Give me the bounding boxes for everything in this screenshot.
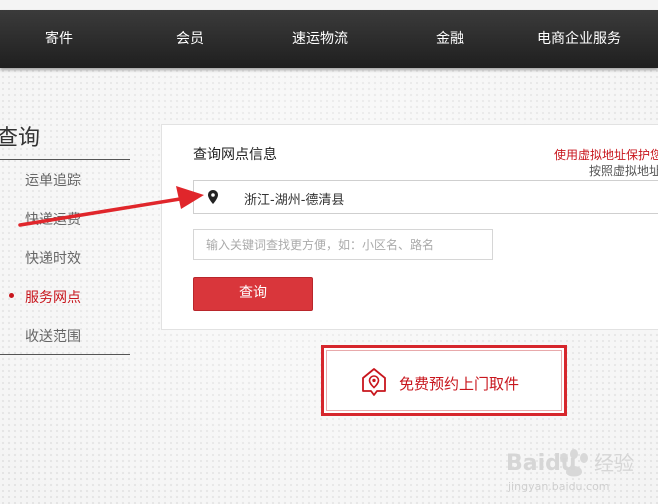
panel-title: 查询网点信息 bbox=[193, 147, 277, 163]
sidebar-item-coverage[interactable]: 收送范围 bbox=[25, 326, 81, 346]
map-pin-icon bbox=[208, 190, 218, 204]
sidebar-title: 查询 bbox=[0, 126, 41, 151]
location-value: 浙江-湖州-德清县 bbox=[244, 193, 345, 208]
privacy-link[interactable]: 使用虚拟地址保护您 bbox=[554, 146, 658, 163]
watermark-suffix: 经验 bbox=[594, 451, 634, 475]
nav-item-finance[interactable]: 金融 bbox=[436, 10, 464, 68]
sidebar-item-delivery-time[interactable]: 快递时效 bbox=[25, 248, 81, 268]
nav-item-send[interactable]: 寄件 bbox=[45, 10, 73, 68]
pickup-label: 免费预约上门取件 bbox=[399, 375, 520, 393]
query-panel: 查询网点信息 使用虚拟地址保护您 按照虚拟地址 浙江-湖州-德清县 查询 bbox=[161, 124, 658, 330]
active-indicator bbox=[9, 293, 14, 298]
baidu-jingyan-watermark: Baidu 经验 jingyan.baidu.com bbox=[506, 449, 634, 493]
location-house-icon bbox=[362, 368, 386, 396]
watermark-url: jingyan.baidu.com bbox=[507, 480, 610, 493]
sidebar-divider bbox=[0, 159, 130, 160]
sidebar-item-service-points[interactable]: 服务网点 bbox=[25, 287, 81, 307]
nav-item-ecommerce[interactable]: 电商企业服务 bbox=[537, 10, 621, 68]
privacy-note: 按照虚拟地址 bbox=[589, 164, 658, 178]
search-button[interactable]: 查询 bbox=[193, 277, 313, 311]
nav-item-logistics[interactable]: 速运物流 bbox=[292, 10, 348, 68]
watermark-brand: Baidu bbox=[506, 451, 577, 476]
keyword-search-input[interactable] bbox=[193, 229, 493, 260]
sidebar-divider bbox=[0, 354, 130, 355]
nav-item-member[interactable]: 会员 bbox=[176, 10, 204, 68]
sidebar-item-shipping-fee[interactable]: 快递运费 bbox=[25, 209, 81, 229]
top-nav: 寄件 会员 速运物流 金融 电商企业服务 bbox=[0, 10, 658, 68]
location-select[interactable]: 浙江-湖州-德清县 bbox=[193, 180, 658, 214]
free-pickup-button[interactable]: 免费预约上门取件 bbox=[321, 345, 567, 416]
sidebar-item-tracking[interactable]: 运单追踪 bbox=[25, 170, 81, 190]
